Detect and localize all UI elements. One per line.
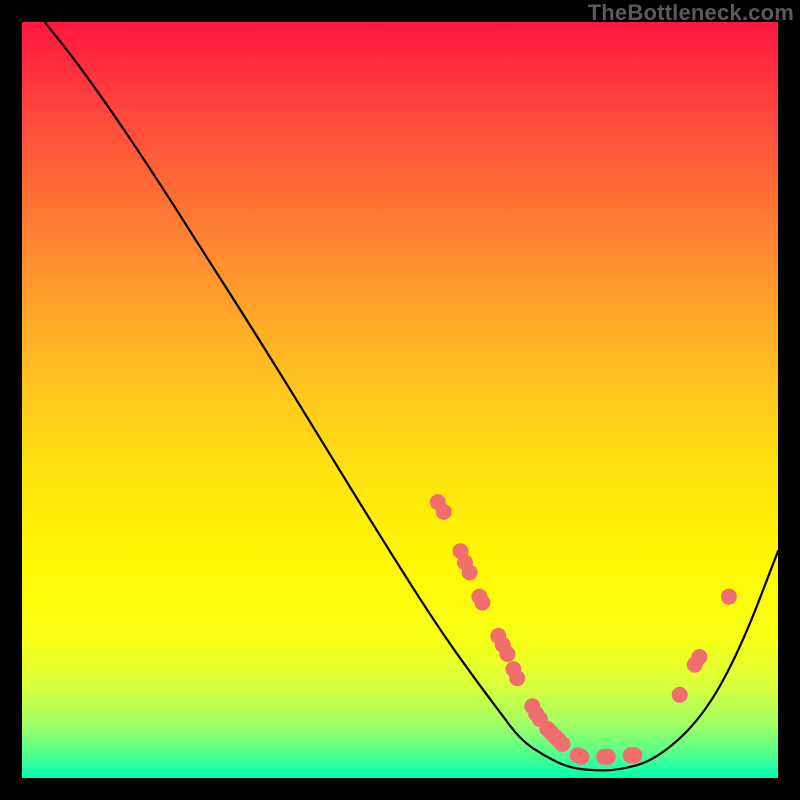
- data-point: [474, 595, 490, 611]
- data-point: [499, 646, 515, 662]
- data-point: [600, 749, 616, 765]
- data-point: [691, 649, 707, 665]
- data-point: [573, 749, 589, 765]
- data-point: [626, 747, 642, 763]
- bottleneck-curve: [45, 22, 778, 770]
- data-point: [721, 589, 737, 605]
- data-points-group: [430, 494, 737, 765]
- data-point: [509, 670, 525, 686]
- data-point: [555, 736, 571, 752]
- watermark-text: TheBottleneck.com: [588, 0, 794, 26]
- data-point: [436, 504, 452, 520]
- chart-plot-area: [22, 22, 778, 778]
- data-point: [462, 564, 478, 580]
- chart-svg: [22, 22, 778, 778]
- data-point: [672, 687, 688, 703]
